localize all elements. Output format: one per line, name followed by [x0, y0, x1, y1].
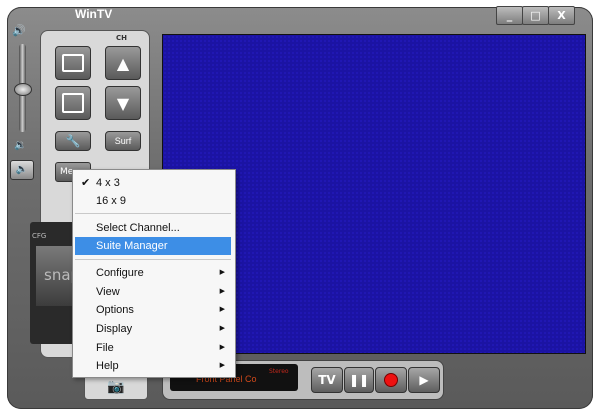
- tv-button[interactable]: TV: [311, 367, 343, 393]
- menu-item-16x9[interactable]: 16 x 9: [75, 192, 231, 210]
- maximize-button[interactable]: □: [522, 6, 549, 25]
- submenu-arrow-icon: ▶: [219, 362, 225, 369]
- menu-item-label: View: [96, 286, 120, 298]
- menu-item-4x3[interactable]: ✔ 4 x 3: [75, 174, 231, 192]
- menu-item-file[interactable]: File ▶: [75, 339, 231, 357]
- volume-high-icon: 🔊: [12, 24, 26, 37]
- submenu-arrow-icon: ▶: [219, 306, 225, 313]
- close-button[interactable]: X: [548, 6, 575, 25]
- settings-button[interactable]: 🔧: [55, 131, 91, 151]
- menu-item-select-channel[interactable]: Select Channel...: [75, 219, 231, 237]
- menu-item-label: Display: [96, 323, 133, 335]
- menu-separator: [75, 213, 231, 214]
- cfg-label: CFG: [32, 232, 47, 240]
- submenu-arrow-icon: ▶: [219, 325, 225, 332]
- channel-down-button[interactable]: ▼: [105, 86, 141, 120]
- record-icon: [384, 373, 398, 387]
- menu-item-options[interactable]: Options ▶: [75, 301, 231, 319]
- menu-item-suite-manager[interactable]: Suite Manager: [75, 237, 231, 255]
- menu-item-label: Options: [96, 304, 134, 316]
- menu-item-label: Select Channel...: [96, 222, 180, 234]
- mute-button[interactable]: 🔈: [10, 160, 34, 180]
- window-controls: _ □ X: [496, 6, 575, 25]
- channel-up-button[interactable]: ▲: [105, 46, 141, 80]
- menu-item-label: Help: [96, 360, 119, 372]
- menu-item-label: Configure: [96, 267, 144, 279]
- menu-separator: [75, 259, 231, 260]
- volume-low-icon: 🔉: [14, 140, 27, 151]
- menu-item-label: 16 x 9: [96, 195, 126, 207]
- context-menu: ✔ 4 x 3 16 x 9 Select Channel... Suite M…: [72, 169, 236, 378]
- channel-label: CH: [116, 34, 127, 42]
- play-button[interactable]: ▶: [408, 367, 440, 393]
- submenu-arrow-icon: ▶: [219, 344, 225, 351]
- menu-item-label: Suite Manager: [96, 240, 168, 252]
- pause-button[interactable]: ❚❚: [344, 367, 374, 393]
- menu-item-help[interactable]: Help ▶: [75, 357, 231, 375]
- wrench-icon: 🔧: [65, 134, 81, 148]
- minimize-button[interactable]: _: [496, 6, 523, 25]
- pip-button[interactable]: [55, 86, 91, 120]
- menu-item-display[interactable]: Display ▶: [75, 320, 231, 338]
- window-title: WinTV: [75, 7, 113, 21]
- submenu-arrow-icon: ▶: [219, 269, 225, 276]
- submenu-arrow-icon: ▶: [219, 288, 225, 295]
- menu-item-label: File: [96, 342, 114, 354]
- record-button[interactable]: [375, 367, 407, 393]
- menu-item-configure[interactable]: Configure ▶: [75, 264, 231, 282]
- check-icon: ✔: [81, 177, 91, 189]
- tv-source-button[interactable]: [55, 46, 91, 80]
- volume-slider-thumb[interactable]: [14, 83, 32, 96]
- arrow-up-icon: ▲: [116, 53, 130, 73]
- menu-item-label: 4 x 3: [96, 177, 120, 189]
- camera-icon: 📷: [107, 379, 125, 395]
- tv-icon: [62, 54, 84, 72]
- pause-icon: ❚❚: [348, 373, 370, 387]
- play-icon: ▶: [419, 373, 429, 387]
- menu-item-view[interactable]: View ▶: [75, 283, 231, 301]
- arrow-down-icon: ▼: [116, 93, 130, 113]
- pip-icon: [62, 93, 84, 113]
- surf-button[interactable]: Surf: [105, 131, 141, 151]
- stereo-indicator: Stereo: [269, 368, 289, 375]
